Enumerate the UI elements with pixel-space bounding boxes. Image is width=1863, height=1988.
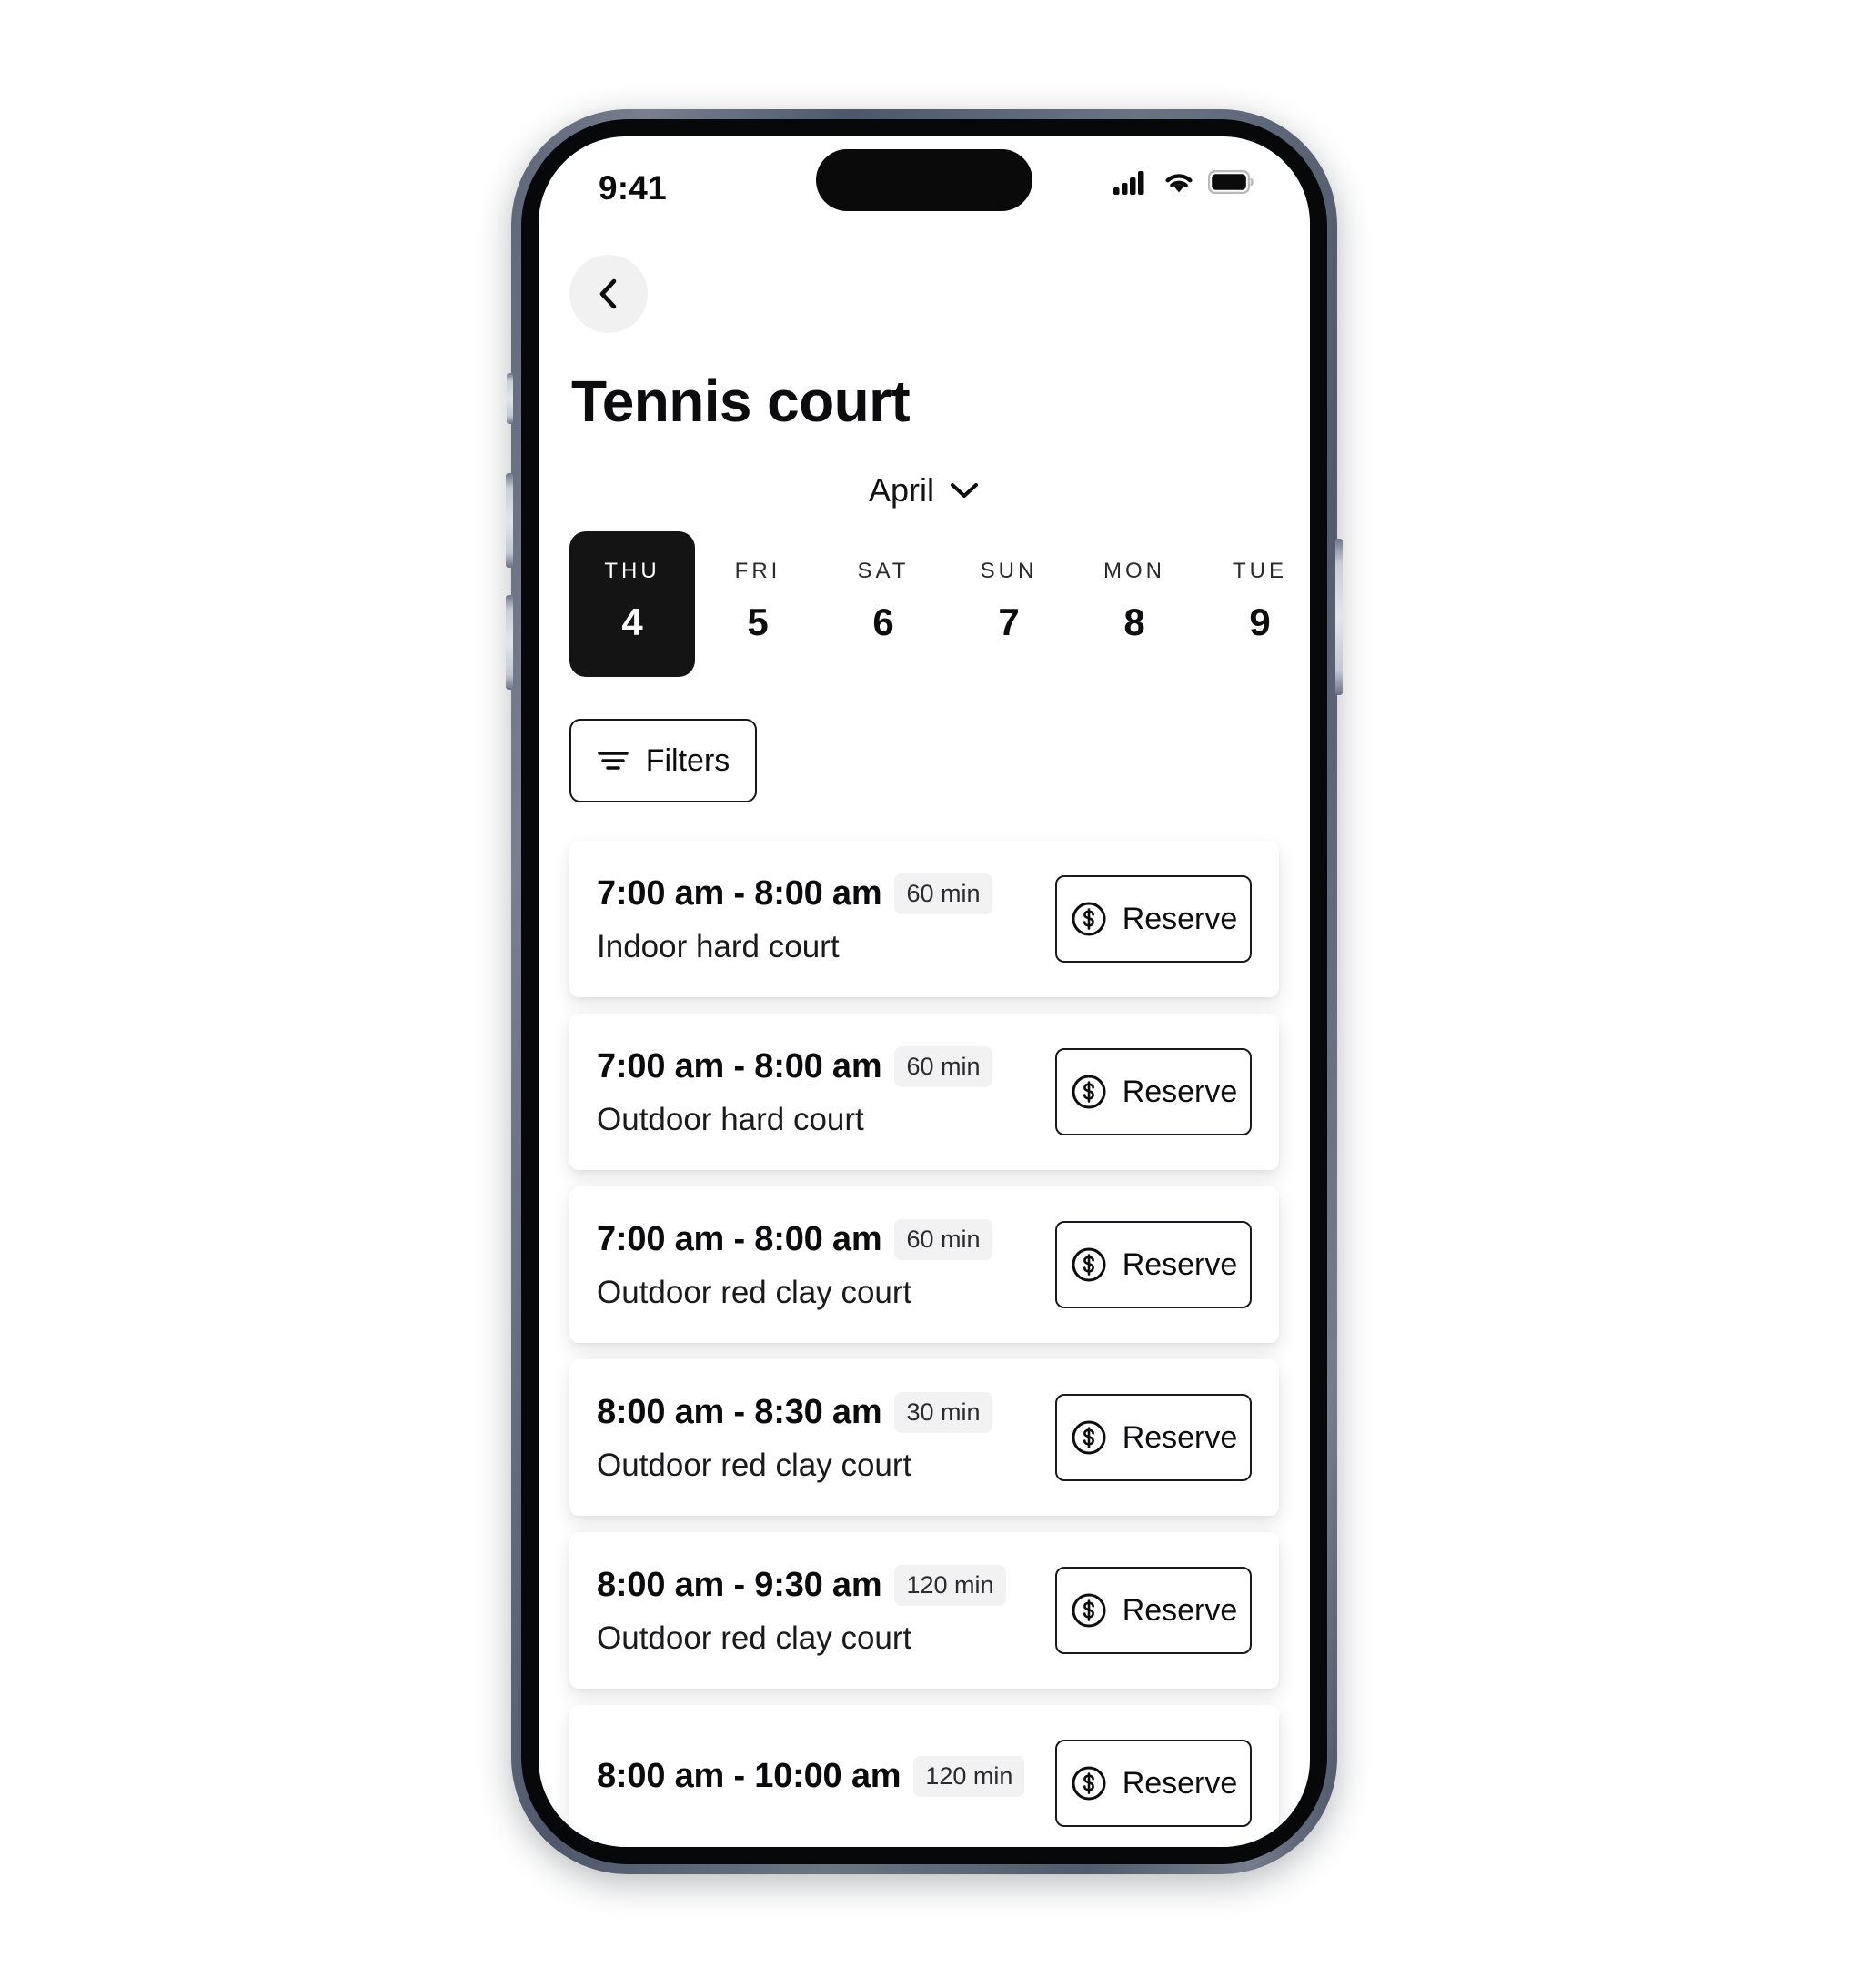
phone-device: 9:41 Tennis court April THU 4 FRI 5 SAT …	[506, 109, 1343, 1874]
slot-time-row: 7:00 am - 8:00 am 60 min	[597, 873, 992, 914]
date-cell-sat-6[interactable]: SAT 6	[821, 531, 946, 677]
reserve-label: Reserve	[1122, 1765, 1238, 1801]
date-strip[interactable]: THU 4 FRI 5 SAT 6 SUN 7 MON 8 TUE 9	[539, 531, 1310, 677]
slot-info: 7:00 am - 8:00 am 60 min Outdoor red cla…	[597, 1218, 992, 1311]
status-time: 9:41	[599, 169, 667, 207]
date-cell-sun-7[interactable]: SUN 7	[946, 531, 1072, 677]
slot-info: 8:00 am - 10:00 am 120 min	[597, 1755, 1025, 1811]
chevron-down-icon	[949, 480, 980, 500]
filters-label: Filters	[645, 742, 730, 778]
date-dow: TUE	[1233, 559, 1287, 583]
time-slot-list: 7:00 am - 8:00 am 60 min Indoor hard cou…	[539, 841, 1310, 1847]
slot-time: 7:00 am - 8:00 am	[597, 1046, 882, 1085]
reserve-button[interactable]: Reserve	[1055, 1221, 1252, 1308]
slot-court: Outdoor red clay court	[597, 1274, 912, 1310]
slot-time: 7:00 am - 8:00 am	[597, 1219, 882, 1258]
chevron-left-icon	[593, 277, 624, 311]
slot-card[interactable]: 8:00 am - 9:30 am 120 min Outdoor red cl…	[569, 1532, 1279, 1689]
slot-court: Outdoor red clay court	[597, 1620, 912, 1656]
slot-time: 8:00 am - 9:30 am	[597, 1565, 882, 1604]
reserve-label: Reserve	[1122, 1419, 1238, 1455]
slot-card[interactable]: 7:00 am - 8:00 am 60 min Indoor hard cou…	[569, 841, 1279, 997]
battery-full-icon	[1208, 170, 1254, 194]
date-cell-thu-4[interactable]: THU 4	[569, 531, 695, 677]
month-selector[interactable]: April	[539, 471, 1310, 510]
dynamic-island	[816, 149, 1032, 211]
slot-card[interactable]: 7:00 am - 8:00 am 60 min Outdoor red cla…	[569, 1186, 1279, 1343]
date-cell-fri-5[interactable]: FRI 5	[695, 531, 821, 677]
date-num: 7	[998, 600, 1020, 643]
app-content: Tennis court April THU 4 FRI 5 SAT 6 SUN…	[539, 255, 1310, 1847]
slot-info: 7:00 am - 8:00 am 60 min Outdoor hard co…	[597, 1045, 992, 1138]
filter-lines-icon	[597, 749, 629, 772]
wifi-icon	[1162, 169, 1196, 195]
slot-time-row: 8:00 am - 9:30 am 120 min	[597, 1564, 1006, 1606]
slot-time: 7:00 am - 8:00 am	[597, 873, 882, 913]
slot-time-row: 7:00 am - 8:00 am 60 min	[597, 1045, 992, 1087]
back-button[interactable]	[569, 255, 648, 333]
slot-duration-badge: 60 min	[894, 1045, 992, 1087]
date-num: 5	[747, 600, 769, 643]
date-dow: FRI	[734, 559, 781, 583]
reserve-button[interactable]: Reserve	[1055, 1394, 1252, 1481]
slot-duration-badge: 120 min	[894, 1564, 1006, 1606]
reserve-label: Reserve	[1122, 901, 1238, 936]
slot-duration-badge: 120 min	[913, 1755, 1025, 1797]
date-dow: MON	[1103, 559, 1165, 583]
reserve-label: Reserve	[1122, 1246, 1238, 1282]
date-dow: THU	[604, 559, 660, 583]
slot-time: 8:00 am - 8:30 am	[597, 1392, 882, 1431]
reserve-button[interactable]: Reserve	[1055, 875, 1252, 963]
volume-down-button[interactable]	[506, 595, 513, 690]
slot-card[interactable]: 8:00 am - 8:30 am 30 min Outdoor red cla…	[569, 1359, 1279, 1516]
slot-info: 8:00 am - 8:30 am 30 min Outdoor red cla…	[597, 1391, 992, 1484]
slot-time-row: 8:00 am - 10:00 am 120 min	[597, 1755, 1025, 1797]
slot-duration-badge: 30 min	[894, 1391, 992, 1433]
slot-info: 8:00 am - 9:30 am 120 min Outdoor red cl…	[597, 1564, 1006, 1657]
silent-switch-button[interactable]	[507, 373, 513, 424]
slot-court: Outdoor red clay court	[597, 1447, 912, 1483]
volume-up-button[interactable]	[506, 473, 513, 568]
phone-screen: 9:41 Tennis court April THU 4 FRI 5 SAT …	[539, 136, 1310, 1847]
dollar-circle-icon	[1070, 1246, 1108, 1284]
date-num: 9	[1249, 600, 1271, 643]
dollar-circle-icon	[1070, 1764, 1108, 1802]
dollar-circle-icon	[1070, 1418, 1108, 1457]
slot-time: 8:00 am - 10:00 am	[597, 1756, 901, 1795]
reserve-label: Reserve	[1122, 1074, 1238, 1109]
date-num: 4	[621, 600, 643, 643]
power-button[interactable]	[1335, 539, 1343, 695]
slot-duration-badge: 60 min	[894, 1218, 992, 1260]
reserve-button[interactable]: Reserve	[1055, 1567, 1252, 1654]
dollar-circle-icon	[1070, 1073, 1108, 1111]
slot-court: Indoor hard court	[597, 928, 840, 964]
slot-card[interactable]: 7:00 am - 8:00 am 60 min Outdoor hard co…	[569, 1014, 1279, 1170]
page-title: Tennis court	[571, 368, 911, 434]
reserve-label: Reserve	[1122, 1592, 1238, 1628]
dollar-circle-icon	[1070, 900, 1108, 938]
slot-card[interactable]: 8:00 am - 10:00 am 120 min Reserve	[569, 1705, 1279, 1847]
month-label: April	[868, 471, 935, 509]
slot-duration-badge: 60 min	[894, 873, 992, 914]
slot-info: 7:00 am - 8:00 am 60 min Indoor hard cou…	[597, 873, 992, 965]
filters-button[interactable]: Filters	[569, 719, 757, 802]
date-cell-mon-8[interactable]: MON 8	[1072, 531, 1197, 677]
reserve-button[interactable]: Reserve	[1055, 1048, 1252, 1135]
slot-court: Outdoor hard court	[597, 1101, 864, 1137]
slot-time-row: 8:00 am - 8:30 am 30 min	[597, 1391, 992, 1433]
dollar-circle-icon	[1070, 1591, 1108, 1630]
date-num: 8	[1123, 600, 1145, 643]
status-icons	[1113, 169, 1254, 195]
cellular-bars-icon	[1113, 169, 1150, 195]
reserve-button[interactable]: Reserve	[1055, 1740, 1252, 1827]
date-dow: SAT	[857, 559, 910, 583]
date-dow: SUN	[980, 559, 1038, 583]
slot-time-row: 7:00 am - 8:00 am 60 min	[597, 1218, 992, 1260]
date-num: 6	[872, 600, 894, 643]
date-cell-tue-9[interactable]: TUE 9	[1197, 531, 1310, 677]
status-bar: 9:41	[539, 136, 1310, 238]
